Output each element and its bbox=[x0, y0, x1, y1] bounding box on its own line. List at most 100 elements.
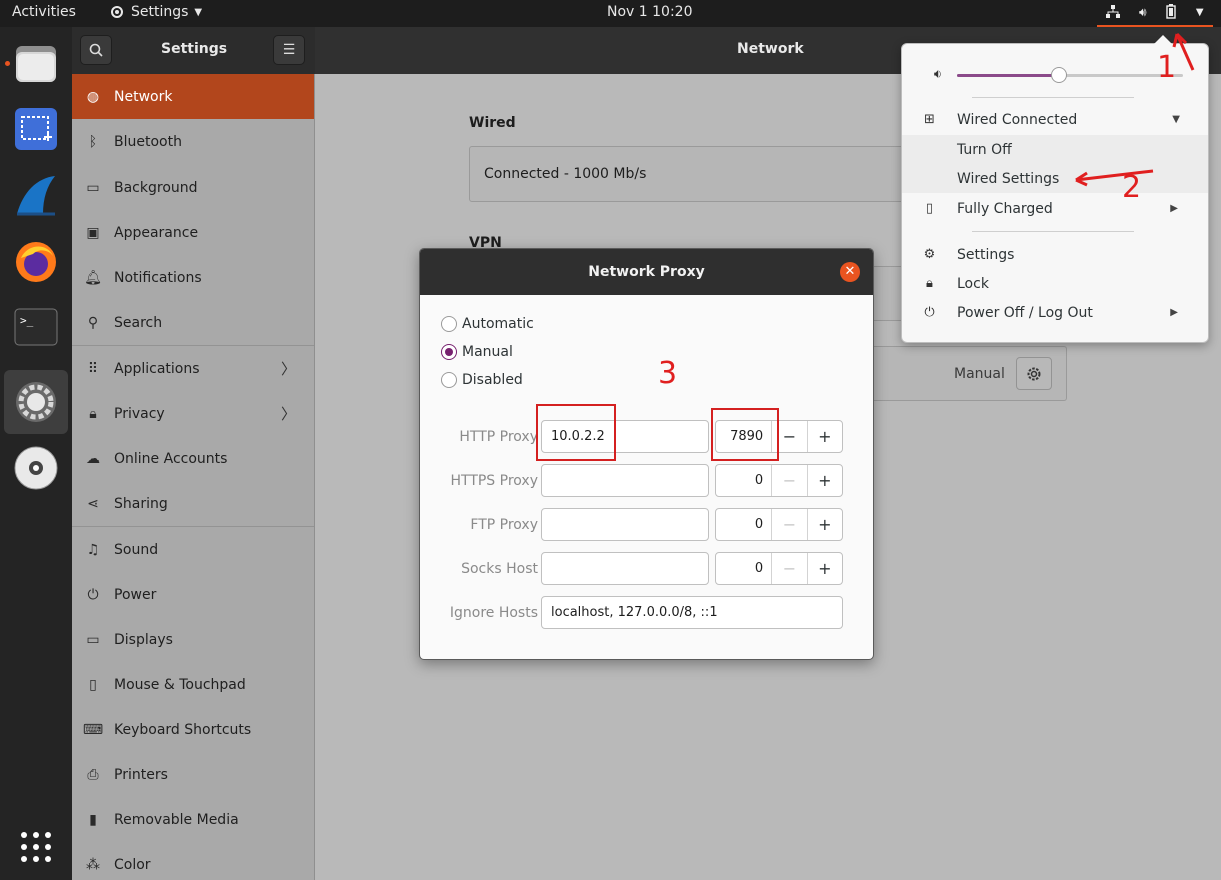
https-proxy-port-stepper[interactable]: 0 − + bbox=[715, 464, 843, 497]
socks-port-stepper[interactable]: 0 − + bbox=[715, 552, 843, 585]
sidebar-item-mouse-touchpad[interactable]: ▯ Mouse & Touchpad bbox=[72, 662, 314, 707]
sidebar-item-label: Printers bbox=[114, 766, 168, 783]
printer-icon: ⎙ bbox=[87, 766, 99, 783]
monitor-icon: ▭ bbox=[86, 179, 100, 196]
radio-button[interactable] bbox=[441, 344, 457, 360]
annotation-box bbox=[536, 404, 616, 461]
clock[interactable]: Nov 1 10:20 bbox=[607, 4, 692, 20]
increment-button[interactable]: + bbox=[806, 509, 842, 540]
radio-button[interactable] bbox=[441, 316, 457, 332]
volume-fill bbox=[957, 74, 1059, 77]
port-value[interactable]: 0 bbox=[716, 553, 771, 584]
https-proxy-host-input[interactable] bbox=[541, 464, 709, 497]
annotation-number: 3 bbox=[658, 356, 678, 391]
sidebar-item-network[interactable]: ◍ Network bbox=[72, 74, 314, 119]
annotation-number: 1 bbox=[1157, 50, 1177, 85]
sidebar-item-removable-media[interactable]: ▮ Removable Media bbox=[72, 797, 314, 842]
firefox-app-icon[interactable] bbox=[4, 229, 68, 293]
search-button[interactable] bbox=[80, 35, 112, 65]
show-apps-icon[interactable] bbox=[4, 815, 68, 879]
radio-label: Disabled bbox=[462, 372, 523, 388]
svg-text:>_: >_ bbox=[20, 314, 34, 327]
power-off-item[interactable]: ⏻ Power Off / Log Out ▶ bbox=[902, 298, 1208, 327]
sidebar: ◍ Network ᛒ Bluetooth ▭ Background ▣ Appeara… bbox=[72, 74, 315, 880]
socks-host-input[interactable] bbox=[541, 552, 709, 585]
power-icon: ⏻ bbox=[87, 586, 99, 603]
sidebar-item-label: Keyboard Shortcuts bbox=[114, 721, 252, 738]
network-proxy-row[interactable]: Manual bbox=[869, 346, 1067, 401]
system-tray[interactable]: 🔊︎ ▼ bbox=[1097, 0, 1213, 27]
ignore-hosts-label: Ignore Hosts bbox=[449, 605, 538, 621]
settings-app-icon[interactable] bbox=[4, 370, 68, 434]
increment-button[interactable]: + bbox=[806, 465, 842, 496]
wireshark-app-icon[interactable] bbox=[4, 163, 68, 227]
radio-disabled[interactable]: Disabled bbox=[441, 372, 523, 388]
menu-item-label: Settings bbox=[957, 246, 1015, 263]
gear-icon: ⚙ bbox=[923, 247, 936, 262]
sidebar-item-search[interactable]: ⚲ Search bbox=[72, 300, 314, 345]
menu-item-label: Wired Settings bbox=[957, 170, 1060, 187]
decrement-button[interactable]: − bbox=[771, 465, 806, 496]
sidebar-item-label: Background bbox=[114, 179, 198, 196]
disc-app-icon[interactable] bbox=[4, 436, 68, 500]
sidebar-item-label: Search bbox=[114, 314, 163, 331]
sidebar-header: Settings ☰ bbox=[72, 27, 315, 74]
screenshot-app-icon[interactable] bbox=[4, 97, 68, 161]
http-proxy-label: HTTP Proxy bbox=[459, 429, 538, 445]
chevron-right-icon: ▶ bbox=[1170, 203, 1178, 214]
sidebar-item-label: Sound bbox=[114, 541, 159, 558]
terminal-app-icon[interactable]: >_ bbox=[4, 295, 68, 359]
ignore-hosts-input[interactable]: localhost, 127.0.0.0/8, ::1 bbox=[541, 596, 843, 629]
menu-item-label: Power Off / Log Out bbox=[957, 304, 1093, 321]
sidebar-item-keyboard-shortcuts[interactable]: ⌨ Keyboard Shortcuts bbox=[72, 707, 314, 752]
ftp-proxy-host-input[interactable] bbox=[541, 508, 709, 541]
chevron-down-icon: ▼ bbox=[194, 6, 203, 18]
proxy-settings-button[interactable] bbox=[1016, 357, 1052, 390]
menu-button[interactable]: ☰ bbox=[273, 35, 305, 65]
sidebar-item-displays[interactable]: ▭ Displays bbox=[72, 617, 314, 662]
sidebar-item-printers[interactable]: ⎙ Printers bbox=[72, 752, 314, 797]
app-menu[interactable]: Settings ▼ bbox=[109, 4, 202, 20]
port-value[interactable]: 0 bbox=[716, 509, 771, 540]
sidebar-item-power[interactable]: ⏻ Power bbox=[72, 572, 314, 617]
sidebar-item-sharing[interactable]: ⋖ Sharing bbox=[72, 481, 314, 526]
settings-item[interactable]: ⚙ Settings bbox=[902, 240, 1208, 269]
wired-connection-row[interactable]: Connected - 1000 Mb/s bbox=[469, 146, 909, 202]
menu-item-label: Fully Charged bbox=[957, 200, 1053, 217]
sidebar-title: Settings bbox=[161, 41, 228, 57]
sidebar-item-online-accounts[interactable]: ☁ Online Accounts bbox=[72, 436, 314, 481]
lock-item[interactable]: 🔒︎ Lock bbox=[902, 269, 1208, 298]
sidebar-item-privacy[interactable]: 🔒︎ Privacy 〉 bbox=[72, 391, 314, 436]
volume-icon: 🔊︎ bbox=[1139, 5, 1147, 19]
activities-button[interactable]: Activities bbox=[12, 4, 76, 20]
sidebar-item-background[interactable]: ▭ Background bbox=[72, 165, 314, 210]
annotation-box bbox=[711, 408, 779, 461]
decrement-button[interactable]: − bbox=[771, 509, 806, 540]
sidebar-item-label: Bluetooth bbox=[114, 133, 182, 150]
radio-manual[interactable]: Manual bbox=[441, 344, 513, 360]
close-button[interactable]: ✕ bbox=[840, 262, 860, 282]
increment-button[interactable]: + bbox=[806, 553, 842, 584]
page-title: Network bbox=[737, 41, 804, 57]
sidebar-item-bluetooth[interactable]: ᛒ Bluetooth bbox=[72, 119, 314, 164]
sidebar-item-label: Privacy bbox=[114, 405, 165, 422]
radio-button[interactable] bbox=[441, 372, 457, 388]
sidebar-item-color[interactable]: ⁂ Color bbox=[72, 842, 314, 880]
ftp-proxy-port-stepper[interactable]: 0 − + bbox=[715, 508, 843, 541]
sidebar-item-sound[interactable]: ♫ Sound bbox=[72, 527, 314, 572]
keyboard-icon: ⌨ bbox=[82, 721, 104, 738]
radio-automatic[interactable]: Automatic bbox=[441, 316, 534, 332]
sidebar-item-label: Power bbox=[114, 586, 157, 603]
sidebar-item-applications[interactable]: ⠿ Applications 〉 bbox=[72, 346, 314, 391]
sidebar-item-appearance[interactable]: ▣ Appearance bbox=[72, 210, 314, 255]
sidebar-item-notifications[interactable]: 🔔︎ Notifications bbox=[72, 255, 314, 300]
display-icon: ▭ bbox=[86, 631, 100, 648]
port-value[interactable]: 0 bbox=[716, 465, 771, 496]
decrement-button[interactable]: − bbox=[771, 553, 806, 584]
menu-item-label: Lock bbox=[957, 275, 989, 292]
search-icon: ⚲ bbox=[87, 314, 99, 331]
files-app-icon[interactable] bbox=[4, 31, 68, 95]
battery-icon bbox=[1165, 3, 1177, 22]
increment-button[interactable]: + bbox=[806, 421, 842, 452]
color-icon: ⁂ bbox=[86, 856, 100, 873]
